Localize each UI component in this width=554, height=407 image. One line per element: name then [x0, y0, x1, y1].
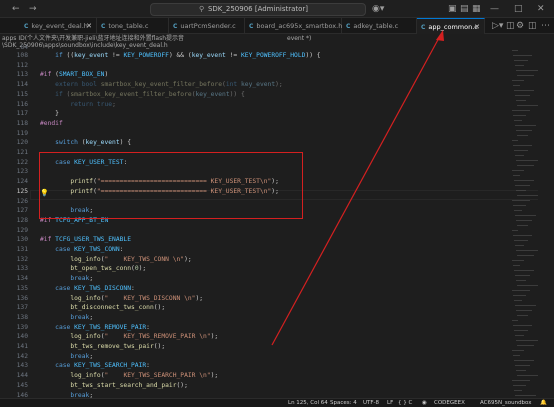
minimap-line [514, 360, 534, 361]
minimap-line [514, 300, 522, 301]
codegeex-status[interactable]: CODEGEEX [434, 399, 465, 407]
minimap-line [515, 365, 530, 366]
minimap-line [513, 145, 532, 146]
minimap-line [513, 85, 520, 86]
minimap-line [512, 380, 530, 381]
minimap-line [514, 60, 528, 61]
minimap[interactable] [510, 48, 540, 399]
minimap-line [516, 280, 526, 281]
minimap-line [515, 95, 530, 96]
minimap-line [517, 225, 528, 226]
minimap-line [517, 255, 534, 256]
minimap-line [517, 315, 528, 316]
minimap-line [516, 160, 538, 161]
minimap-line [517, 165, 534, 166]
minimap-line [514, 210, 522, 211]
minimap-line [514, 120, 522, 121]
minimap-line [513, 175, 520, 176]
minimap-line [512, 350, 524, 351]
minimap-line [512, 290, 530, 291]
minimap-line [513, 355, 520, 356]
copilot-status-icon[interactable]: ◉ [422, 399, 427, 407]
minimap-line [516, 220, 532, 221]
indentation[interactable]: Spaces: 4 [330, 399, 357, 407]
annotation-arrow [271, 30, 444, 346]
minimap-line [515, 395, 536, 396]
minimap-line [515, 185, 530, 186]
minimap-line [513, 205, 526, 206]
minimap-line [512, 140, 518, 141]
minimap-line [514, 180, 534, 181]
minimap-line [514, 240, 528, 241]
minimap-line [513, 55, 532, 56]
line-ending[interactable]: LF [387, 399, 393, 407]
minimap-line [513, 325, 532, 326]
minimap-line [515, 305, 536, 306]
minimap-line [517, 285, 540, 286]
minimap-line [513, 265, 520, 266]
minimap-line [513, 235, 532, 236]
minimap-line [516, 370, 526, 371]
minimap-line [516, 190, 526, 191]
minimap-line [512, 200, 530, 201]
minimap-line [515, 215, 536, 216]
minimap-line [514, 90, 534, 91]
status-bar: Ln 125, Col 64 Spaces: 4 UTF-8 LF { } C … [0, 398, 554, 407]
minimap-line [517, 135, 528, 136]
minimap-line [514, 390, 522, 391]
minimap-line [517, 375, 540, 376]
minimap-line [512, 80, 524, 81]
minimap-line [512, 230, 518, 231]
minimap-line [517, 105, 540, 106]
minimap-line [516, 250, 538, 251]
minimap-line [516, 130, 532, 131]
minimap-line [514, 330, 528, 331]
minimap-line [515, 275, 530, 276]
minimap-line [513, 295, 526, 296]
minimap-line [512, 50, 518, 51]
notifications-icon[interactable]: 🔔 [540, 399, 547, 407]
minimap-line [515, 245, 524, 246]
minimap-line [514, 150, 528, 151]
minimap-line [514, 270, 534, 271]
cursor-position[interactable]: Ln 125, Col 64 [288, 399, 328, 407]
language-mode[interactable]: { } C [398, 399, 412, 407]
minimap-line [516, 340, 538, 341]
minimap-line [515, 125, 536, 126]
minimap-line [512, 260, 524, 261]
minimap-line [516, 100, 526, 101]
minimap-line [517, 345, 534, 346]
minimap-line [516, 70, 538, 71]
minimap-line [512, 170, 524, 171]
minimap-line [517, 75, 534, 76]
minimap-line [513, 115, 526, 116]
minimap-line [512, 320, 518, 321]
minimap-line [515, 155, 524, 156]
encoding[interactable]: UTF-8 [363, 399, 379, 407]
minimap-line [515, 335, 524, 336]
minimap-line [512, 110, 530, 111]
vertical-scrollbar[interactable] [538, 48, 552, 399]
minimap-line [516, 310, 532, 311]
minimap-line [515, 65, 524, 66]
minimap-line [513, 385, 526, 386]
target-config[interactable]: AC695N_soundbox [480, 399, 532, 407]
minimap-line [517, 195, 540, 196]
